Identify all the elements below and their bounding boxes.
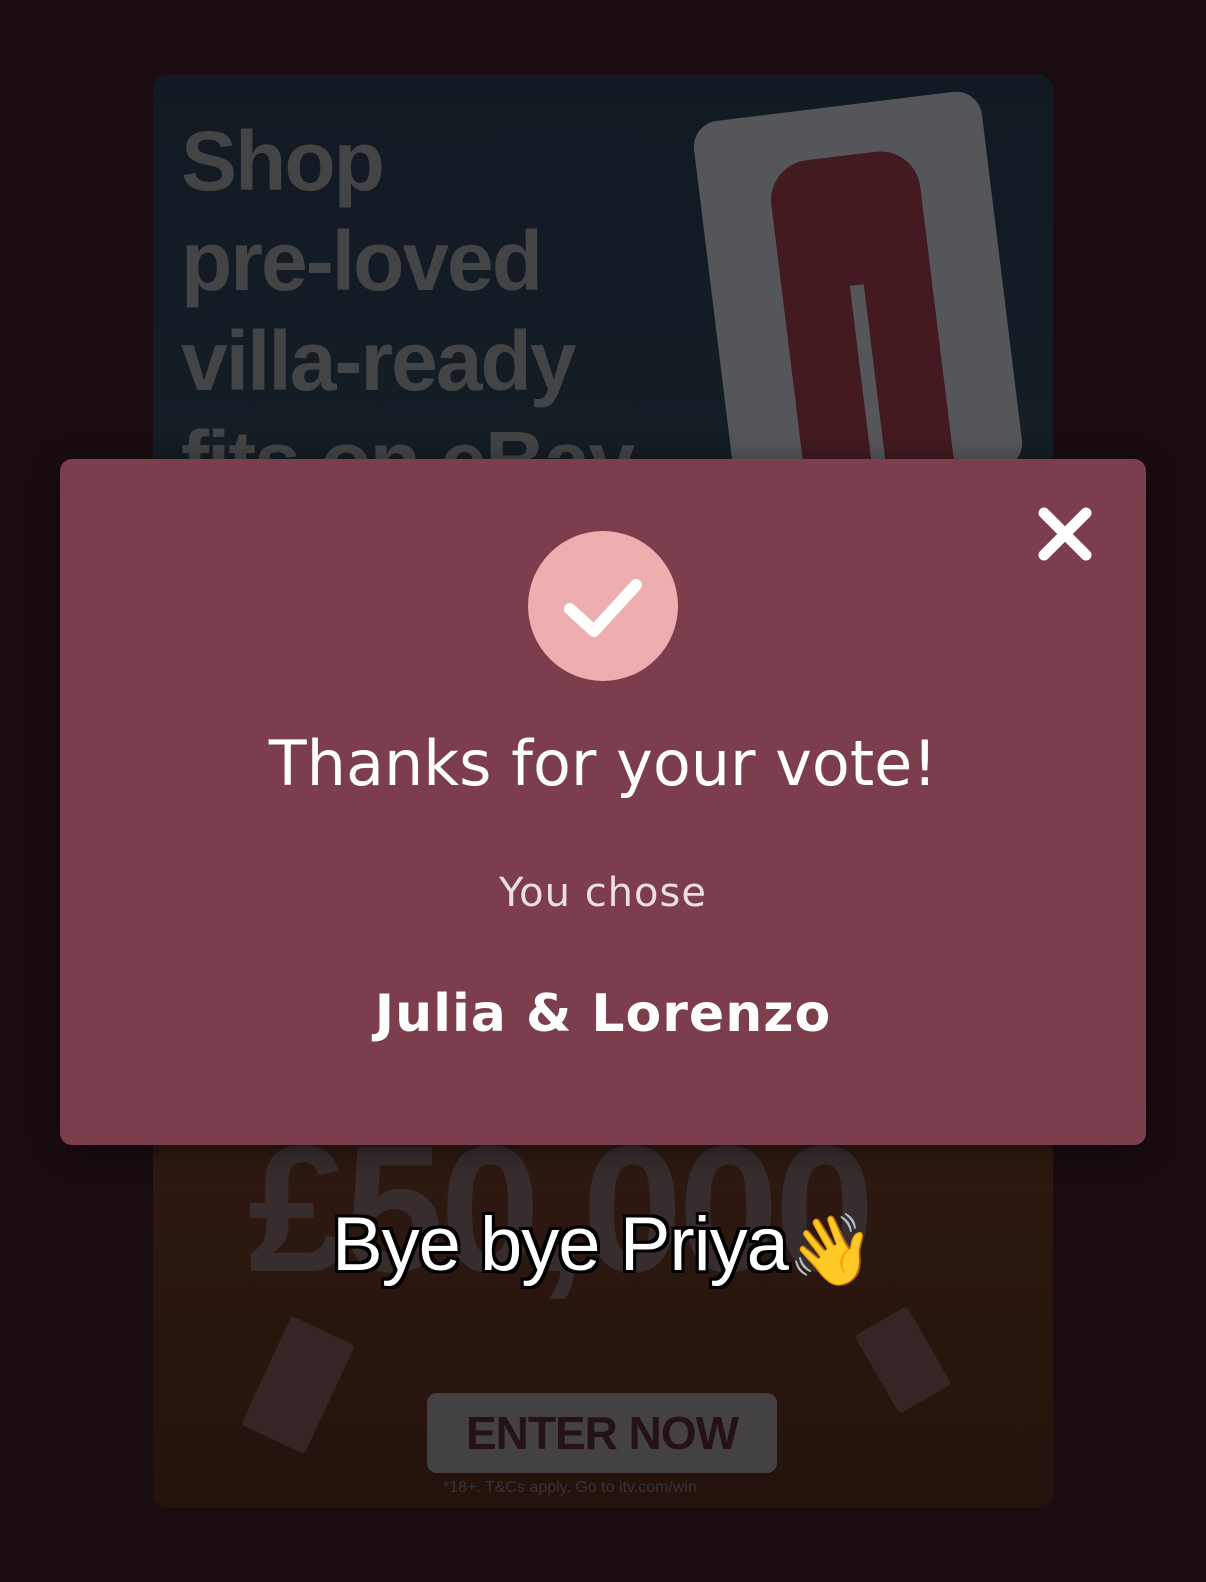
caption-text: Bye bye Priya — [331, 1202, 789, 1287]
waving-hand-icon: 👋 — [787, 1211, 875, 1289]
close-icon — [1038, 507, 1092, 561]
video-caption: Bye bye Priya👋 — [0, 1200, 1206, 1295]
modal-title: Thanks for your vote! — [268, 727, 938, 800]
success-check-badge — [528, 531, 678, 681]
modal-subtitle: You chose — [499, 870, 707, 916]
chosen-couple: Julia & Lorenzo — [374, 984, 832, 1044]
close-button[interactable] — [1030, 499, 1100, 569]
vote-confirmation-modal: Thanks for your vote! You chose Julia & … — [60, 459, 1146, 1145]
checkmark-icon — [564, 579, 642, 637]
